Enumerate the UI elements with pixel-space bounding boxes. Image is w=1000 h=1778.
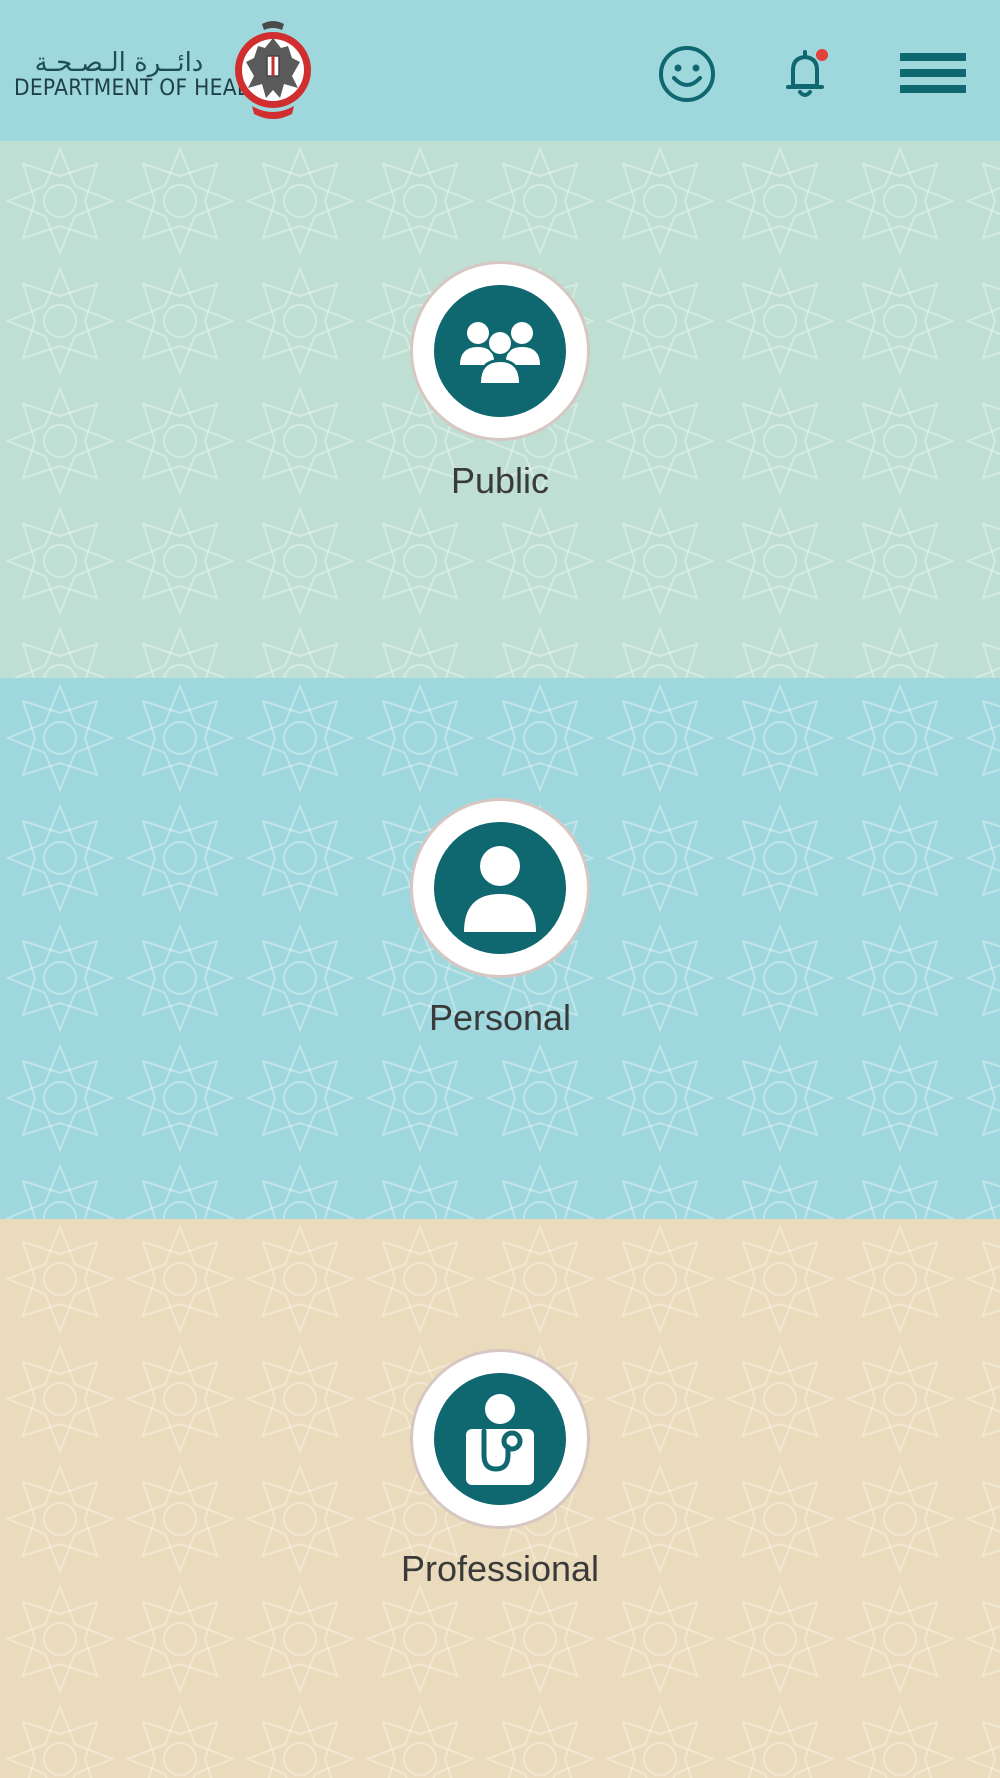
menu-button[interactable] [893,38,973,110]
professional-section: Professional [0,1219,1000,1778]
app-root: دائــرة الـصـحـة DEPARTMENT OF HEALTH Pu… [0,0,1000,1778]
notifications-button[interactable] [769,38,841,110]
public-icon-disc [434,285,566,417]
public-tile[interactable]: Public [0,261,1000,501]
feedback-smiley-button[interactable] [651,38,723,110]
bell-icon [786,49,828,97]
people-group-icon [460,322,540,385]
person-icon [464,846,536,932]
personal-tile[interactable]: Personal [0,798,1000,1038]
public-icon-ring [410,261,590,441]
personal-section: Personal [0,678,1000,1219]
logo-arabic-text: دائــرة الـصـحـة [34,48,204,78]
professional-icon-ring [410,1349,590,1529]
professional-label: Professional [400,1548,600,1589]
smiley-face-icon [659,46,715,102]
personal-icon-disc [434,822,566,954]
hamburger-menu-icon [900,53,966,93]
personal-icon-ring [410,798,590,978]
notification-dot [816,49,828,61]
public-label: Public [450,460,550,501]
top-bar: دائــرة الـصـحـة DEPARTMENT OF HEALTH [0,0,1000,141]
professional-tile[interactable]: Professional [0,1349,1000,1589]
professional-icon-disc [434,1373,566,1505]
falcon-emblem-icon [235,21,311,119]
department-of-health-logo[interactable]: دائــرة الـصـحـة DEPARTMENT OF HEALTH [14,18,314,130]
logo-english-text: DEPARTMENT OF HEALTH [14,76,274,101]
doctor-stethoscope-icon [466,1394,534,1485]
personal-label: Personal [428,997,572,1038]
public-section: Public [0,141,1000,678]
